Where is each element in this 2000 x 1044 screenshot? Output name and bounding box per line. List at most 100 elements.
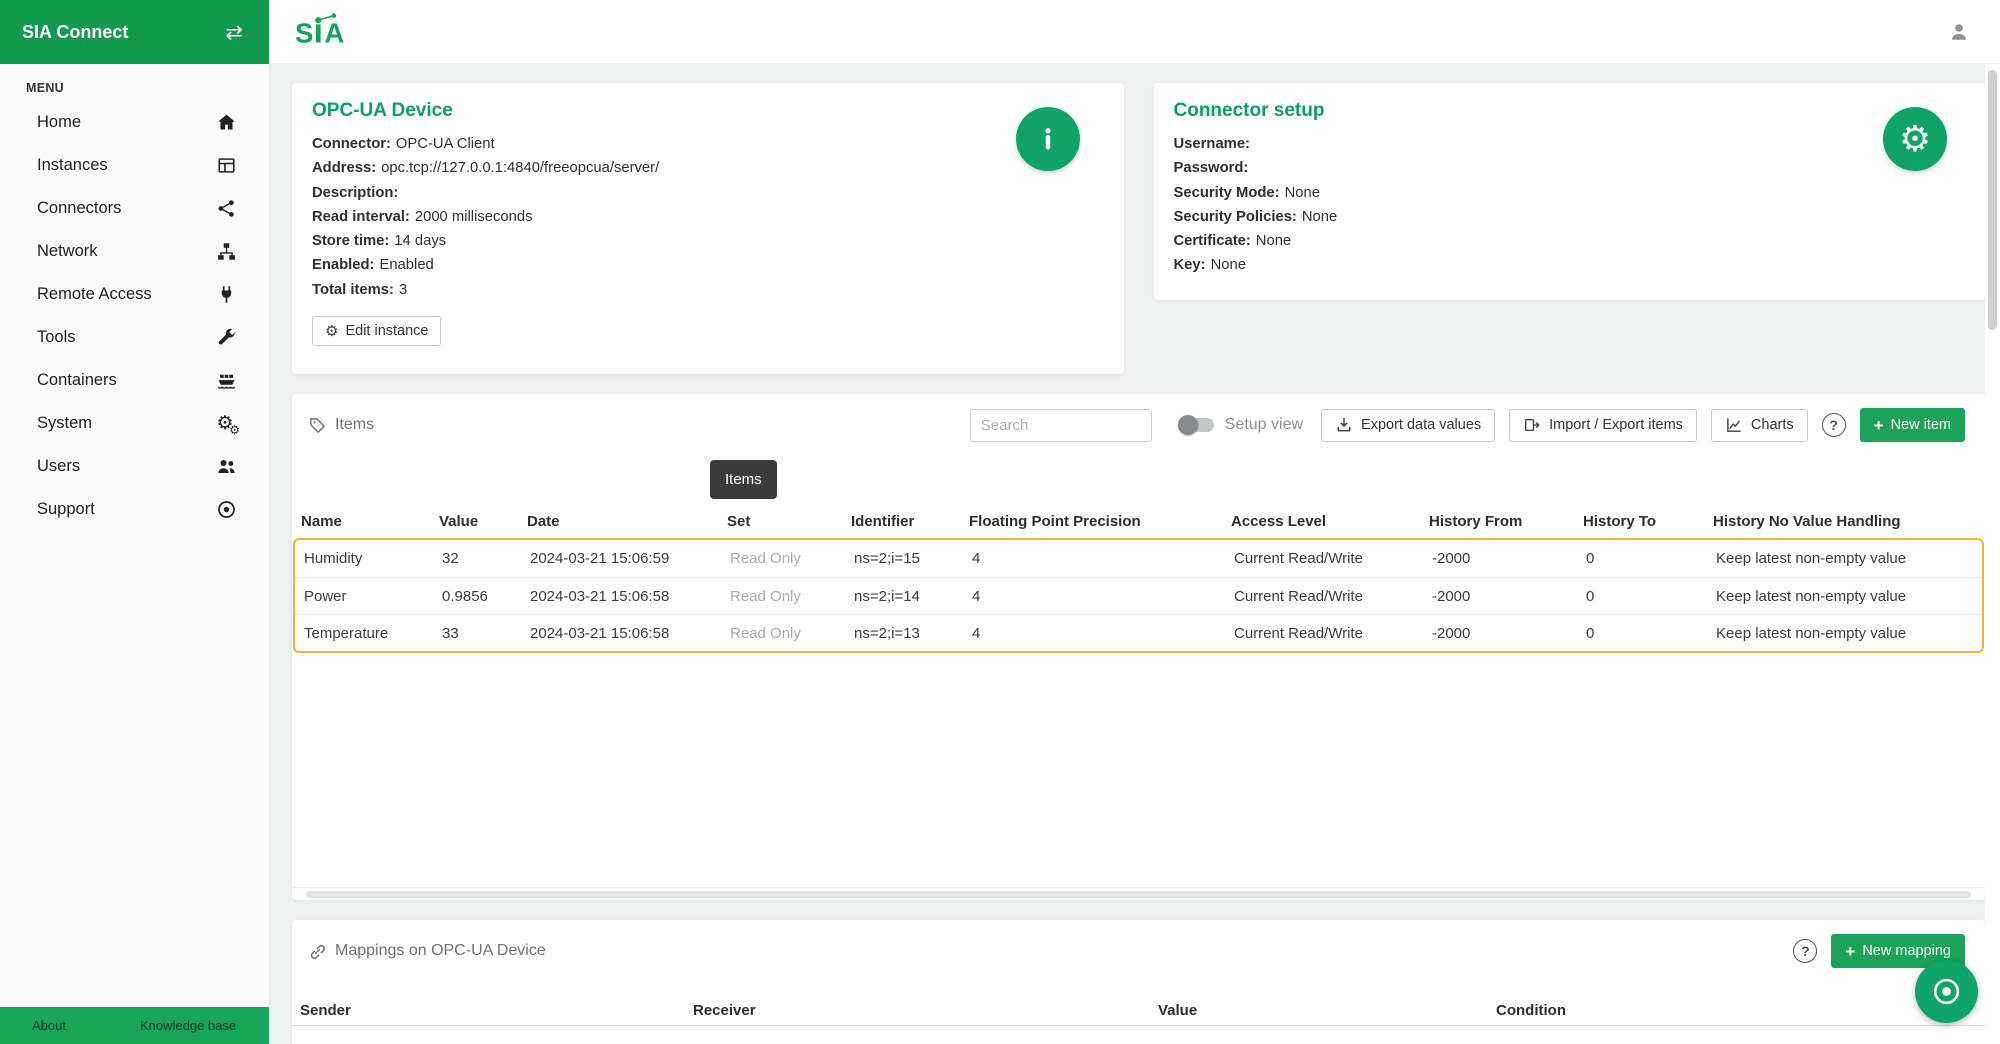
user-account-icon[interactable]: [1948, 21, 1970, 43]
connector-settings-button[interactable]: ⚙: [1883, 107, 1947, 171]
sidebar-item-connectors[interactable]: Connectors: [0, 187, 269, 230]
table-cell: -2000: [1425, 550, 1579, 567]
setup-view-toggle[interactable]: [1180, 418, 1214, 432]
field-row: Address:opc.tcp://127.0.0.1:4840/freeopc…: [312, 156, 1104, 180]
column-header: Value: [1150, 1002, 1488, 1019]
item-row-humidity[interactable]: Humidity 32 2024-03-21 15:06:59 Read Onl…: [295, 540, 1982, 577]
table-cell: ns=2;i=13: [847, 625, 965, 642]
sidebar-footer: About Knowledge base: [0, 1007, 269, 1044]
sidebar-item-users[interactable]: Users: [0, 445, 269, 488]
network-icon: [216, 241, 237, 262]
column-header: Value: [432, 513, 520, 530]
mappings-section-label: Mappings on OPC-UA Device: [308, 942, 546, 961]
table-cell: ns=2;i=15: [847, 550, 965, 567]
device-card-title: OPC-UA Device: [312, 100, 1104, 122]
field-row: Enabled:Enabled: [312, 253, 1104, 277]
items-help-icon[interactable]: ?: [1822, 413, 1846, 437]
sidebar-item-network[interactable]: Network: [0, 230, 269, 273]
table-cell: Read Only: [723, 588, 847, 605]
link-icon: [308, 942, 327, 961]
device-card: OPC-UA Device Connector:OPC-UA Client Ad…: [292, 83, 1124, 374]
wrench-icon: [216, 327, 237, 348]
column-header: Floating Point Precision: [962, 513, 1224, 530]
new-item-button[interactable]: + New item: [1860, 408, 1965, 442]
plus-icon: +: [1845, 943, 1855, 960]
sidebar-item-support[interactable]: Support: [0, 488, 269, 531]
item-row-temperature[interactable]: Temperature 33 2024-03-21 15:06:58 Read …: [295, 614, 1982, 651]
sia-logo: S A: [294, 13, 351, 51]
search-input[interactable]: [970, 409, 1152, 442]
sidebar-item-label: Tools: [37, 328, 76, 347]
mappings-table-header: Sender Receiver Value Condition: [292, 996, 1985, 1026]
edit-instance-button[interactable]: ⚙ Edit instance: [312, 316, 441, 346]
gear-icon: ⚙: [325, 324, 338, 339]
about-link[interactable]: About: [32, 1018, 66, 1033]
topbar: S A: [270, 0, 2000, 64]
container-ship-icon: [216, 370, 237, 391]
field-row: Username:: [1174, 132, 1966, 156]
field-row: Description:: [312, 181, 1104, 205]
items-table: Name Value Date Set Identifier Floating …: [292, 506, 1985, 653]
field-row: Security Policies:None: [1174, 205, 1966, 229]
table-cell: 0.9856: [435, 588, 523, 605]
field-row: Security Mode:None: [1174, 181, 1966, 205]
gear-icon: ⚙: [1899, 121, 1931, 157]
import-export-icon: [1523, 416, 1541, 434]
plug-icon: [216, 284, 237, 305]
sidebar-item-label: System: [37, 414, 92, 433]
table-cell: 0: [1579, 550, 1709, 567]
sidebar-item-label: Home: [37, 113, 81, 132]
sidebar-item-label: Containers: [37, 371, 117, 390]
device-info-button[interactable]: [1016, 107, 1080, 171]
support-icon: [216, 499, 237, 520]
items-section: Items Setup view Export data values Impo…: [292, 394, 1985, 900]
column-header: Access Level: [1224, 513, 1422, 530]
sidebar-item-label: Instances: [37, 156, 108, 175]
items-table-header: Name Value Date Set Identifier Floating …: [292, 506, 1985, 536]
main-content: OPC-UA Device Connector:OPC-UA Client Ad…: [270, 64, 2000, 1044]
connector-card-title: Connector setup: [1174, 100, 1966, 122]
plus-icon: +: [1874, 417, 1884, 434]
table-cell: 2024-03-21 15:06:59: [523, 550, 723, 567]
svg-text:S: S: [295, 17, 313, 48]
connector-setup-card: Connector setup Username: Password: Secu…: [1154, 83, 1986, 300]
table-cell: Current Read/Write: [1227, 625, 1425, 642]
vertical-scrollbar[interactable]: [1985, 64, 2000, 1044]
table-cell: 33: [435, 625, 523, 642]
knowledge-base-link[interactable]: Knowledge base: [140, 1018, 236, 1033]
field-row: Read interval:2000 milliseconds: [312, 205, 1104, 229]
scrollbar-thumb[interactable]: [306, 891, 1971, 898]
table-cell: Keep latest non-empty value: [1709, 588, 1982, 605]
column-header: Condition: [1488, 1002, 1985, 1019]
target-icon: [1931, 976, 1962, 1007]
mappings-section: Mappings on OPC-UA Device ? + New mappin…: [292, 920, 1985, 1044]
table-cell: Power: [295, 588, 435, 605]
sidebar-item-remote-access[interactable]: Remote Access: [0, 273, 269, 316]
items-tooltip: Items: [710, 460, 777, 499]
charts-button[interactable]: Charts: [1711, 409, 1808, 442]
table-cell: Current Read/Write: [1227, 550, 1425, 567]
table-cell: 2024-03-21 15:06:58: [523, 588, 723, 605]
collapse-sidebar-icon[interactable]: ⇄: [225, 20, 243, 45]
sidebar-item-instances[interactable]: Instances: [0, 144, 269, 187]
table-cell: 4: [965, 588, 1227, 605]
info-icon: [1033, 124, 1063, 154]
field-row: Key:None: [1174, 253, 1966, 277]
mappings-help-icon[interactable]: ?: [1793, 939, 1817, 963]
sidebar-item-containers[interactable]: Containers: [0, 359, 269, 402]
horizontal-scrollbar[interactable]: [292, 887, 1985, 900]
export-data-values-button[interactable]: Export data values: [1321, 409, 1495, 442]
table-icon: [216, 155, 237, 176]
item-row-power[interactable]: Power 0.9856 2024-03-21 15:06:58 Read On…: [295, 577, 1982, 614]
column-header: Date: [520, 513, 720, 530]
home-icon: [216, 112, 237, 133]
support-fab-button[interactable]: [1915, 960, 1978, 1023]
import-export-items-button[interactable]: Import / Export items: [1509, 409, 1697, 442]
gears-icon: ⚙⚙: [213, 412, 237, 435]
column-header: History To: [1576, 513, 1706, 530]
sidebar-item-home[interactable]: Home: [0, 101, 269, 144]
connectors-icon: [216, 198, 237, 219]
sidebar-item-system[interactable]: System ⚙⚙: [0, 402, 269, 445]
sidebar-item-tools[interactable]: Tools: [0, 316, 269, 359]
scrollbar-thumb[interactable]: [1988, 70, 1997, 330]
